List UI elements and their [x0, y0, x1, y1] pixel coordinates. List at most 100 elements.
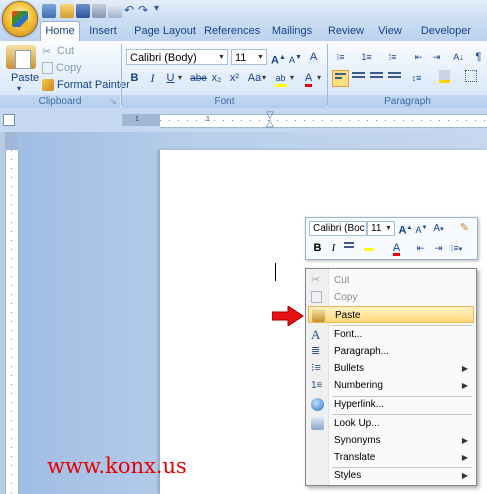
save-icon[interactable] [42, 4, 56, 18]
mini-bold-button[interactable]: B [309, 240, 326, 257]
show-formatting-button[interactable]: ¶ [470, 49, 487, 66]
print-icon[interactable] [92, 4, 106, 18]
underline-dropdown-icon[interactable]: ▾ [178, 73, 182, 82]
mini-font-color-button[interactable]: A [388, 240, 405, 257]
tab-selector-button[interactable] [3, 114, 15, 126]
menu-item-bullets[interactable]: ⁝≡ Bullets ▶ [308, 360, 474, 377]
undo-icon[interactable]: ↶ [124, 3, 134, 17]
grow-font-button[interactable]: A▲ [270, 49, 287, 67]
tab-review[interactable]: Review [326, 22, 366, 41]
mini-styles-button[interactable]: A▾ [430, 220, 447, 237]
mini-format-painter-icon[interactable]: ✎ [456, 220, 473, 237]
tab-developer[interactable]: Developer [420, 22, 472, 41]
qat-customize-icon[interactable]: ▾ [154, 3, 159, 14]
subscript-button[interactable]: x₂ [208, 70, 225, 87]
menu-item-label: Numbering [334, 380, 383, 391]
watermark-text: www.konx.us [47, 454, 187, 478]
shading-button[interactable] [436, 70, 453, 87]
office-button[interactable] [2, 1, 38, 37]
open-folder-icon[interactable] [60, 4, 74, 18]
redo-icon[interactable]: ↷ [138, 3, 148, 17]
sort-button[interactable]: A↓ [450, 49, 467, 66]
dialog-launcher-icon[interactable]: ↘ [110, 97, 117, 106]
chevron-down-icon[interactable]: ▼ [216, 50, 227, 64]
menu-item-label: Synonyms [334, 435, 381, 446]
bullets-button[interactable]: ⁝≡ [332, 49, 349, 66]
submenu-arrow-icon: ▶ [461, 471, 468, 480]
align-left-button[interactable] [332, 70, 349, 87]
menu-item-label: Translate [334, 452, 376, 463]
font-size-combo[interactable]: 11 ▼ [231, 49, 267, 65]
italic-button[interactable]: I [144, 70, 161, 87]
menu-item-synonyms[interactable]: Synonyms ▶ [308, 432, 474, 449]
menu-item-copy[interactable]: Copy [308, 289, 474, 306]
underline-button[interactable]: U [162, 70, 179, 87]
mini-highlight-button[interactable] [360, 240, 377, 257]
multilevel-list-button[interactable]: ⁞≡ [384, 49, 401, 66]
menu-item-styles[interactable]: Styles ▶ [308, 467, 474, 484]
submenu-arrow-icon: ▶ [461, 436, 468, 445]
justify-button[interactable] [386, 70, 403, 87]
ruler-margin-left [122, 114, 160, 126]
font-color-dropdown-icon[interactable]: ▾ [317, 73, 321, 82]
tab-insert[interactable]: Insert [86, 22, 120, 41]
mini-font-name-combo[interactable]: Calibri (Boc [309, 221, 367, 236]
tab-view[interactable]: View [376, 22, 404, 41]
mini-increase-indent-button[interactable]: ⇥ [430, 240, 447, 257]
numbering-button[interactable]: 1≡ [358, 49, 375, 66]
menu-item-numbering[interactable]: 1≡ Numbering ▶ [308, 377, 474, 394]
format-painter-icon [42, 79, 54, 92]
strikethrough-button[interactable]: abe [190, 70, 207, 87]
clear-formatting-button[interactable]: A [305, 49, 322, 66]
menu-item-label: Paragraph... [334, 346, 390, 357]
highlight-color-button[interactable]: ab [272, 70, 289, 87]
align-center-button[interactable] [350, 70, 367, 87]
cut-button[interactable]: ✂ Cut [42, 45, 74, 58]
menu-item-cut[interactable]: ✂ Cut [308, 272, 474, 289]
paste-large-icon[interactable] [6, 45, 36, 69]
paste-icon [312, 309, 325, 322]
mini-grow-font-button[interactable]: A▲ [397, 220, 414, 237]
mini-font-size-combo[interactable]: 11 ▼ [367, 221, 395, 236]
decrease-indent-button[interactable]: ⇤ [410, 49, 427, 66]
increase-indent-button[interactable]: ⇥ [428, 49, 445, 66]
change-case-dropdown-icon[interactable]: ▾ [262, 73, 266, 82]
copy-button[interactable]: Copy [42, 62, 82, 75]
menu-item-paste[interactable]: Paste [308, 306, 474, 323]
shrink-font-button[interactable]: A▼ [287, 49, 304, 66]
bold-button[interactable]: B [126, 70, 143, 87]
superscript-button[interactable]: x² [226, 70, 243, 87]
vertical-ruler[interactable] [5, 150, 19, 494]
line-spacing-button[interactable]: ↕≡ [408, 70, 425, 87]
context-menu: ✂ Cut Copy Paste A Font... ≣ Paragraph..… [305, 268, 477, 486]
change-case-button[interactable]: Aa [246, 70, 263, 87]
mini-bullets-button[interactable]: ⁝≡▾ [448, 240, 465, 257]
mini-shrink-font-button[interactable]: A▼ [413, 220, 430, 237]
mini-center-button[interactable] [342, 240, 359, 257]
chevron-down-icon[interactable]: ▼ [383, 222, 394, 235]
menu-item-translate[interactable]: Translate ▶ [308, 449, 474, 466]
paste-button[interactable]: Paste [11, 72, 39, 84]
mini-italic-button[interactable]: I [325, 240, 342, 257]
paste-dropdown-icon[interactable]: ▾ [17, 84, 21, 93]
menu-item-font[interactable]: A Font... [308, 326, 474, 343]
print-preview-icon[interactable] [108, 4, 122, 18]
menu-item-hyperlink[interactable]: Hyperlink... [308, 396, 474, 413]
menu-item-label: Copy [334, 292, 358, 303]
highlight-dropdown-icon[interactable]: ▾ [290, 73, 294, 82]
format-painter-button[interactable]: Format Painter [42, 79, 130, 92]
tab-mailings[interactable]: Mailings [270, 22, 314, 41]
indent-marker-icon[interactable]: ▽ △ [266, 111, 274, 129]
font-color-button[interactable]: A [300, 70, 317, 87]
tab-references[interactable]: References [204, 22, 260, 41]
align-right-button[interactable] [368, 70, 385, 87]
tab-page-layout[interactable]: Page Layout [132, 22, 198, 41]
menu-item-paragraph[interactable]: ≣ Paragraph... [308, 343, 474, 360]
chevron-down-icon[interactable]: ▼ [255, 50, 266, 64]
font-name-combo[interactable]: Calibri (Body) ▼ [126, 49, 228, 65]
borders-button[interactable] [462, 70, 479, 87]
mini-decrease-indent-button[interactable]: ⇤ [412, 240, 429, 257]
save-disk-icon[interactable] [76, 4, 90, 18]
tab-home[interactable]: Home [40, 21, 80, 43]
menu-item-look-up[interactable]: Look Up... [308, 415, 474, 432]
